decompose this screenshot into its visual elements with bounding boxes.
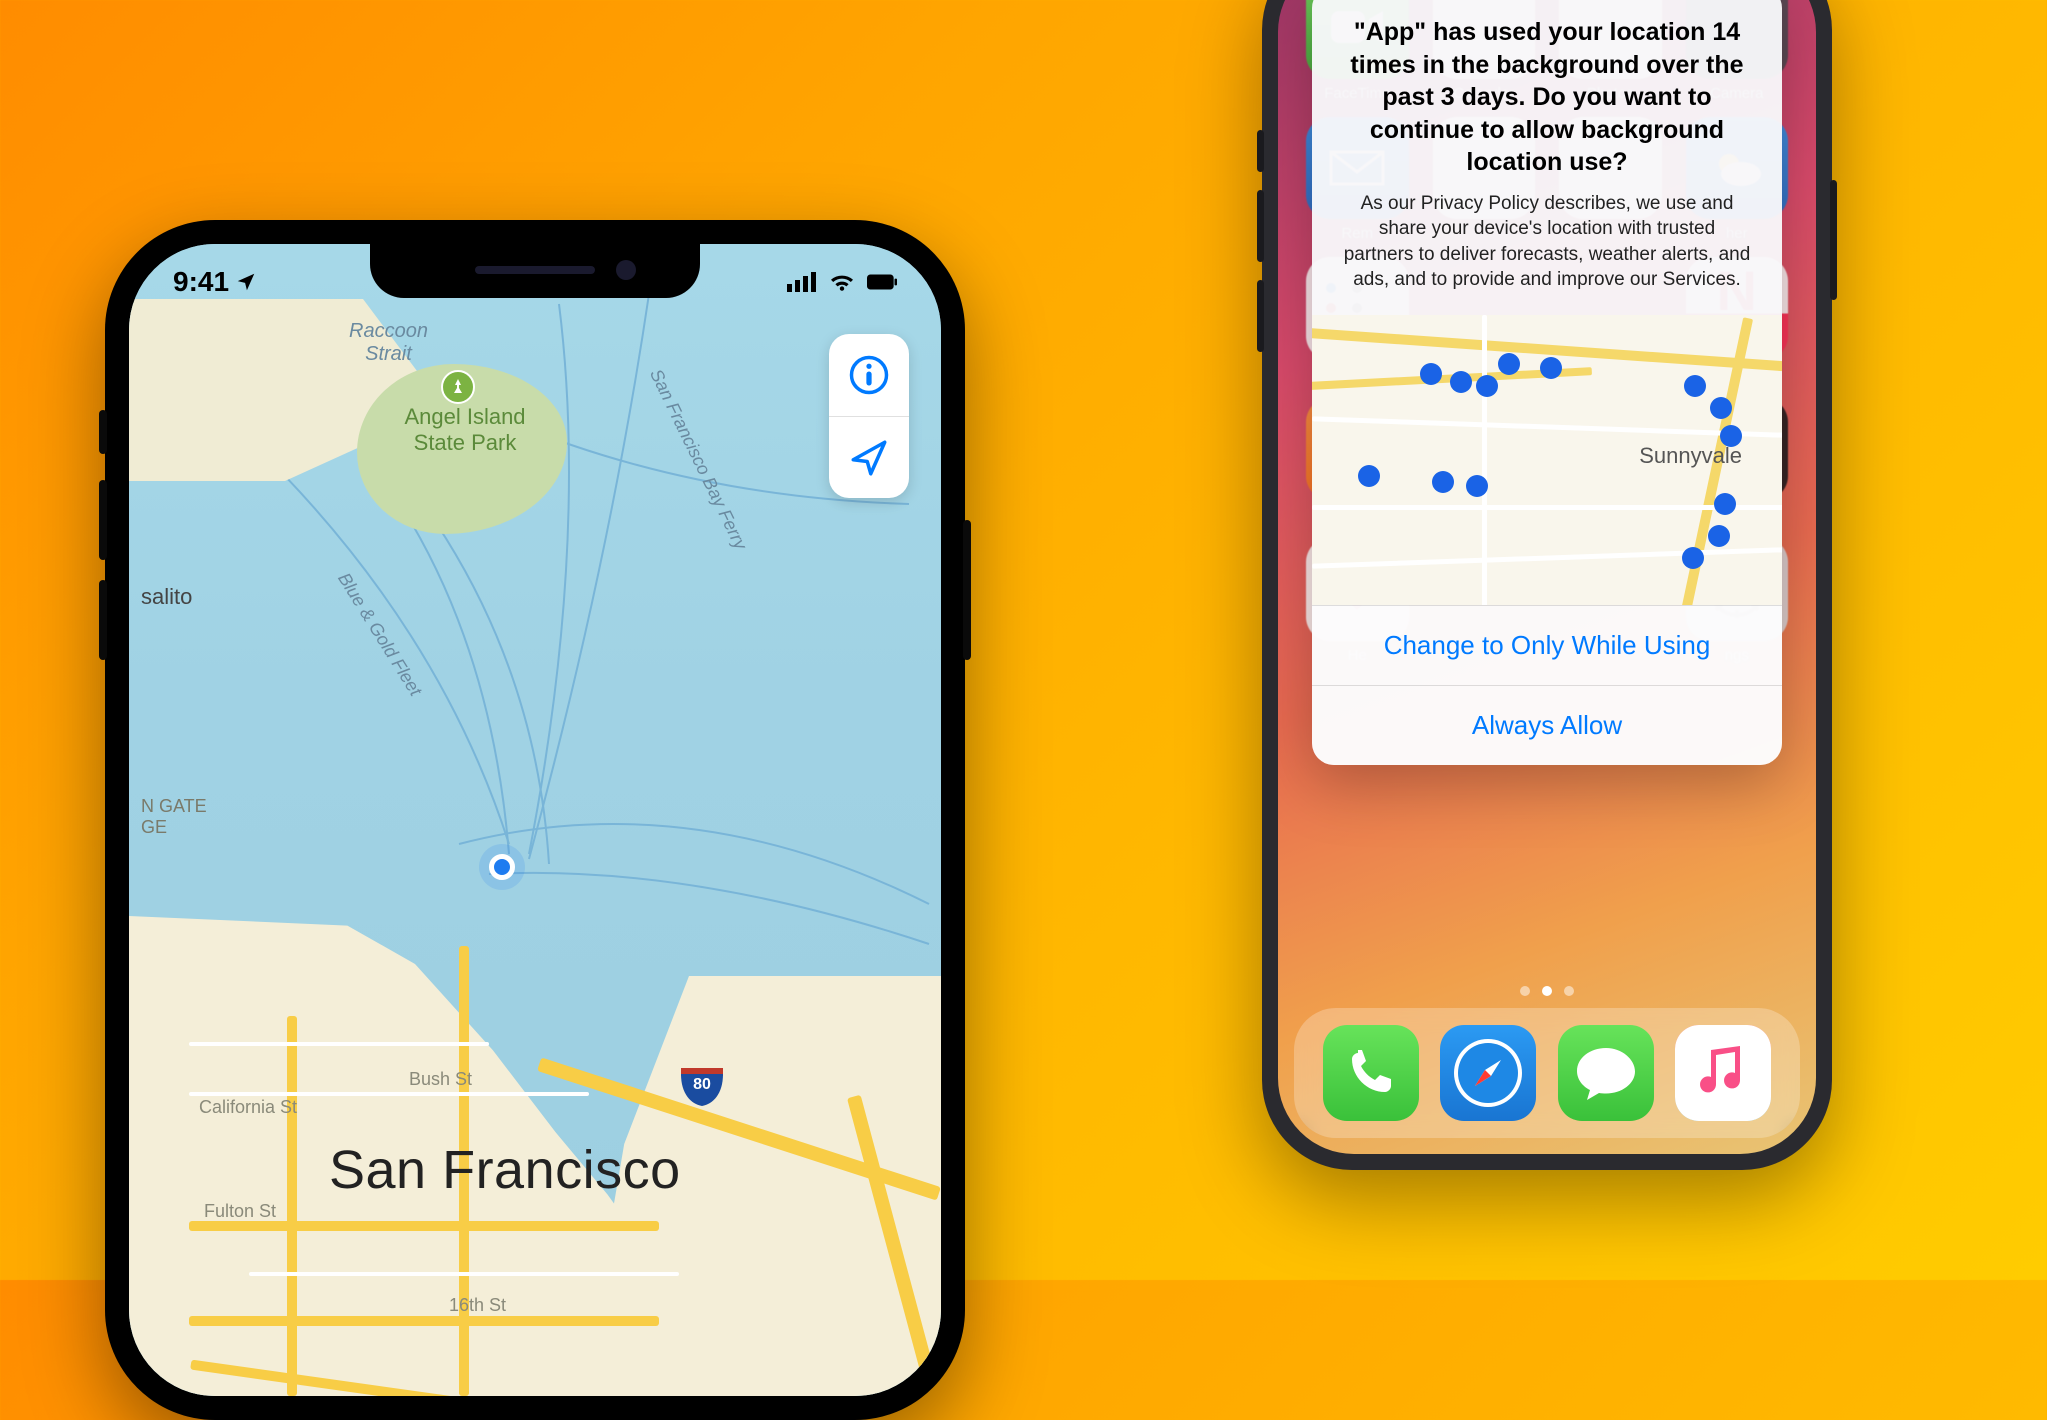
location-services-icon — [235, 271, 257, 293]
street-16th: 16th St — [449, 1295, 506, 1316]
dock-messages[interactable] — [1558, 1025, 1654, 1121]
cellular-signal-icon — [787, 271, 817, 293]
city-label-sausalito: salito — [141, 584, 192, 610]
street-california: California St — [199, 1097, 297, 1118]
home-screen: FaceTime Calendar Photos Camera Rem her … — [1278, 0, 1816, 1154]
alert-option-always-allow[interactable]: Always Allow — [1312, 685, 1782, 765]
alert-option-label: Always Allow — [1472, 710, 1622, 741]
locate-arrow-icon — [848, 437, 890, 479]
alert-option-change-while-using[interactable]: Change to Only While Using — [1312, 605, 1782, 685]
strait-label: Raccoon Strait — [349, 320, 428, 366]
park-label: Angel Island State Park — [375, 404, 555, 456]
alert-title: "App" has used your location 14 times in… — [1312, 0, 1782, 191]
interstate-number: 80 — [693, 1076, 711, 1094]
volume-up-button[interactable] — [1257, 190, 1264, 262]
alert-description: As our Privacy Policy describes, we use … — [1312, 191, 1782, 316]
side-button[interactable] — [1830, 180, 1837, 300]
alert-location-history-map: Sunnyvale — [1312, 315, 1782, 605]
mute-switch[interactable] — [99, 410, 107, 454]
map-controls — [829, 334, 909, 498]
interstate-shield: 80 — [679, 1062, 725, 1108]
alert-map-city-label: Sunnyvale — [1639, 443, 1742, 469]
phone-device-left: 9:41 — [105, 220, 965, 1420]
maps-app-screen: 9:41 — [129, 244, 941, 1396]
page-indicator[interactable] — [1278, 986, 1816, 996]
wifi-icon — [827, 271, 857, 293]
location-permission-alert: "App" has used your location 14 times in… — [1312, 0, 1782, 765]
map-view[interactable]: Angel Island State Park Raccoon Strait B… — [129, 244, 941, 1396]
mute-switch[interactable] — [1257, 130, 1264, 172]
volume-down-button[interactable] — [1257, 280, 1264, 352]
volume-down-button[interactable] — [99, 580, 107, 660]
dock-phone[interactable] — [1323, 1025, 1419, 1121]
phone-device-right: FaceTime Calendar Photos Camera Rem her … — [1262, 0, 1832, 1170]
map-info-button[interactable] — [829, 334, 909, 416]
current-location-dot — [489, 854, 515, 880]
map-locate-button[interactable] — [829, 416, 909, 498]
battery-icon — [867, 271, 897, 293]
city-label-sf: San Francisco — [329, 1139, 681, 1201]
dock — [1294, 1008, 1800, 1138]
side-button[interactable] — [963, 520, 971, 660]
device-notch — [370, 244, 700, 298]
street-fulton: Fulton St — [204, 1201, 276, 1222]
status-time: 9:41 — [173, 266, 229, 298]
dock-music[interactable] — [1675, 1025, 1771, 1121]
info-icon — [848, 354, 890, 396]
dock-safari[interactable] — [1440, 1025, 1536, 1121]
volume-up-button[interactable] — [99, 480, 107, 560]
park-pin-icon[interactable] — [441, 370, 475, 404]
street-bush: Bush St — [409, 1069, 472, 1090]
golden-gate-label: N GATE GE — [141, 796, 207, 838]
alert-option-label: Change to Only While Using — [1384, 630, 1711, 661]
